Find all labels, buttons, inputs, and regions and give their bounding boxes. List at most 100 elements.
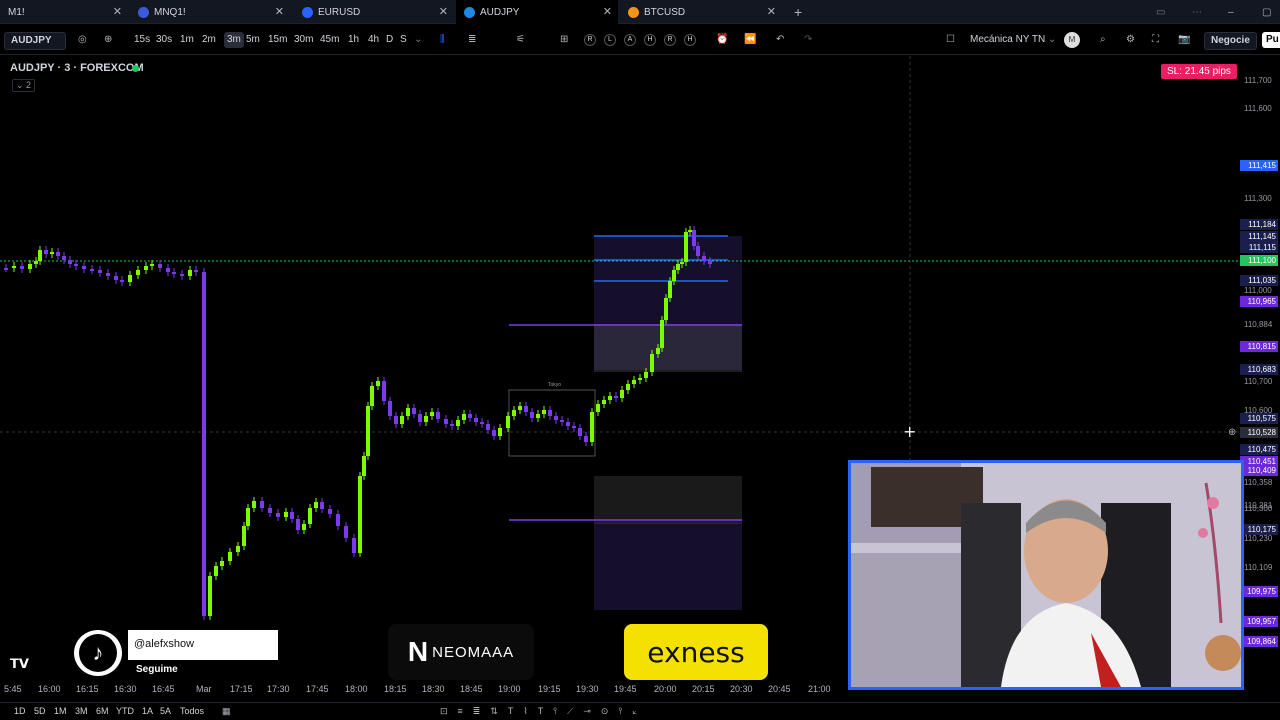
candle[interactable] — [236, 546, 240, 552]
candle[interactable] — [656, 348, 660, 354]
candle[interactable] — [4, 268, 8, 270]
candle[interactable] — [708, 261, 712, 264]
candle[interactable] — [296, 519, 300, 530]
candle[interactable] — [276, 513, 280, 517]
candle[interactable] — [370, 386, 374, 406]
replay-button-3[interactable]: H — [644, 34, 656, 46]
candle[interactable] — [548, 410, 552, 416]
candle[interactable] — [468, 414, 472, 418]
candle[interactable] — [242, 526, 246, 546]
candle[interactable] — [632, 380, 636, 384]
candle[interactable] — [474, 418, 478, 422]
candle[interactable] — [82, 266, 86, 269]
candle[interactable] — [542, 410, 546, 414]
replay-button-2[interactable]: A — [624, 34, 636, 46]
rewind-icon[interactable]: ⏪ — [744, 32, 756, 48]
interval-45m[interactable]: 45m — [320, 32, 339, 48]
symbol-search-button[interactable]: AUDJPY — [4, 32, 66, 50]
search-icon[interactable]: ⌕ — [1100, 32, 1106, 48]
candle[interactable] — [202, 272, 206, 616]
candle[interactable] — [352, 538, 356, 553]
candle[interactable] — [394, 416, 398, 424]
fullscreen-icon[interactable]: ⛶ — [1152, 32, 1159, 48]
candle[interactable] — [144, 266, 148, 270]
tab-btcusd[interactable]: BTCUSD ✕ — [620, 0, 782, 24]
indicators-icon[interactable]: ⚟ — [516, 32, 525, 48]
candle[interactable] — [486, 424, 490, 430]
candle[interactable] — [462, 414, 466, 420]
replay-button-0[interactable]: R — [584, 34, 596, 46]
candle[interactable] — [388, 401, 392, 416]
bar-style-icon[interactable]: ≣ — [468, 32, 476, 48]
more-icon[interactable]: ⋯ — [1184, 0, 1204, 24]
candle[interactable] — [406, 408, 410, 416]
candle[interactable] — [362, 456, 366, 476]
candle[interactable] — [572, 426, 576, 428]
candle[interactable] — [188, 270, 192, 276]
range-5D[interactable]: 5D — [34, 706, 46, 716]
order-block-zone[interactable] — [594, 324, 742, 372]
layout-checkbox-icon[interactable]: ☐ — [946, 32, 955, 48]
candle[interactable] — [672, 270, 676, 281]
range-5A[interactable]: 5A — [160, 706, 171, 716]
range-1D[interactable]: 1D — [14, 706, 26, 716]
candle[interactable] — [166, 268, 170, 272]
drawing-tools-icons[interactable]: ⊡≡≣⇅T⌇T⫯⟋⊸⊙⫯⟀ — [440, 706, 647, 717]
candle[interactable] — [430, 412, 434, 416]
candle[interactable] — [590, 412, 594, 442]
redo-icon[interactable]: ↷ — [804, 32, 812, 48]
candle[interactable] — [34, 261, 38, 264]
candle[interactable] — [456, 420, 460, 426]
publish-button[interactable]: Pu — [1262, 32, 1280, 48]
candle[interactable] — [660, 320, 664, 348]
replay-button-1[interactable]: L — [604, 34, 616, 46]
candle[interactable] — [650, 354, 654, 372]
close-icon[interactable]: ✕ — [113, 5, 122, 18]
range-YTD[interactable]: YTD — [116, 706, 134, 716]
candle[interactable] — [128, 275, 132, 282]
candle[interactable] — [376, 381, 380, 386]
candle[interactable] — [512, 410, 516, 416]
candle[interactable] — [74, 264, 78, 266]
candle[interactable] — [560, 420, 564, 422]
layout-name[interactable]: Mecánica NY TN — [970, 32, 1045, 48]
indicator-toggle[interactable]: ⌄ 2 — [12, 79, 36, 92]
range-Todos[interactable]: Todos — [180, 706, 204, 716]
candle[interactable] — [336, 514, 340, 526]
range-1A[interactable]: 1A — [142, 706, 153, 716]
add-alert-icon[interactable]: ⊕ — [1228, 427, 1236, 438]
candle[interactable] — [696, 246, 700, 256]
add-symbol-icon[interactable]: ⊕ — [104, 32, 112, 48]
candle[interactable] — [450, 424, 454, 426]
candle[interactable] — [436, 412, 440, 419]
candle[interactable] — [252, 501, 256, 508]
candle[interactable] — [584, 436, 588, 442]
interval-15s[interactable]: 15s — [134, 32, 150, 48]
candle[interactable] — [172, 272, 176, 274]
interval-30s[interactable]: 30s — [156, 32, 172, 48]
tab-mnq1[interactable]: MNQ1! ✕ — [130, 0, 290, 24]
fvg-zone[interactable] — [594, 522, 742, 610]
candle[interactable] — [150, 264, 154, 266]
candle[interactable] — [284, 512, 288, 517]
close-icon[interactable]: ✕ — [767, 5, 776, 18]
candle[interactable] — [12, 266, 16, 268]
tab-audjpy[interactable]: AUDJPY ✕ — [456, 0, 618, 24]
candle[interactable] — [424, 416, 428, 422]
candle[interactable] — [684, 232, 688, 262]
close-icon[interactable]: ✕ — [603, 5, 612, 18]
candle[interactable] — [492, 430, 496, 436]
candle[interactable] — [56, 252, 60, 256]
interval-5m[interactable]: 5m — [246, 32, 260, 48]
order-block-zone[interactable] — [594, 476, 742, 524]
interval-S[interactable]: S — [400, 32, 407, 48]
candle[interactable] — [68, 260, 72, 264]
price-axis[interactable]: 111,700 111,600 111,300 111,000 110,884 110,7… — [1228, 56, 1280, 680]
candle[interactable] — [498, 428, 502, 436]
candle[interactable] — [480, 422, 484, 424]
range-1M[interactable]: 1M — [54, 706, 67, 716]
candle[interactable] — [314, 502, 318, 508]
candle[interactable] — [50, 252, 54, 254]
candle[interactable] — [328, 509, 332, 514]
tab-eurusd[interactable]: EURUSD ✕ — [294, 0, 454, 24]
